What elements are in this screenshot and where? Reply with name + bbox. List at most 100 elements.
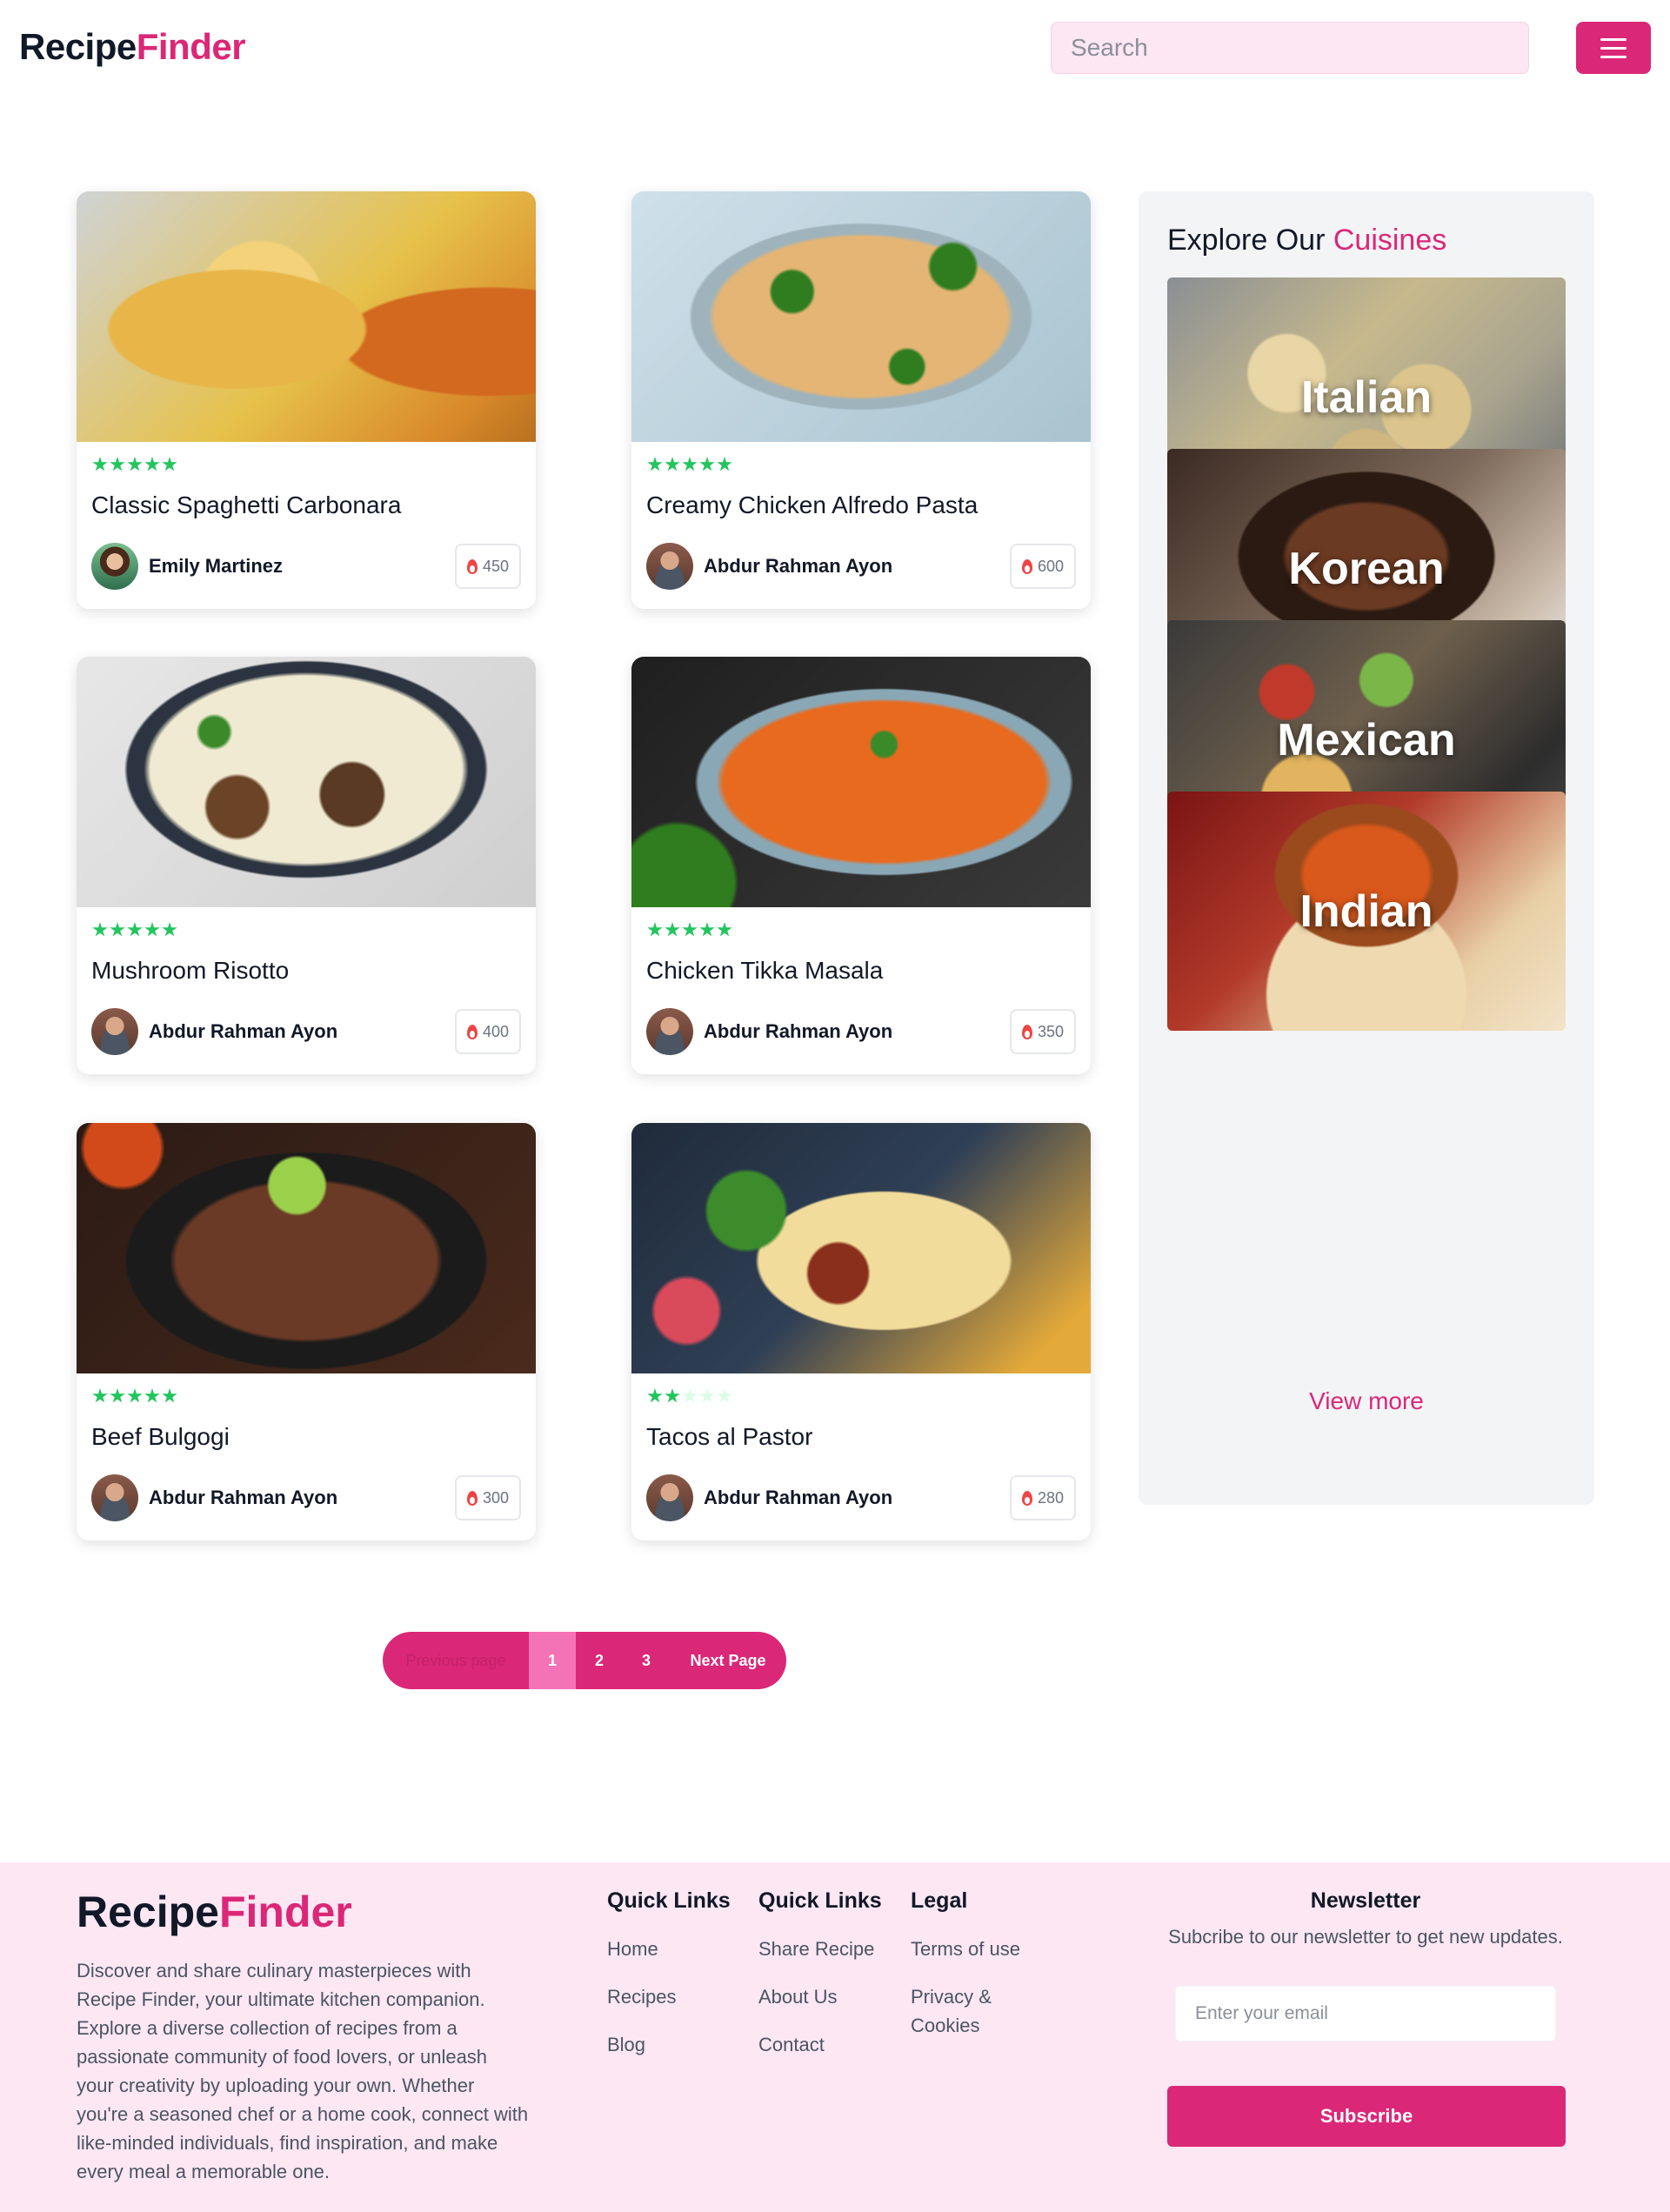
recipe-title[interactable]: Chicken Tikka Masala	[646, 957, 883, 985]
star-icon	[717, 1388, 732, 1403]
footer-link-about-us[interactable]: About Us	[758, 1982, 882, 2011]
footer-link-share-recipe[interactable]: Share Recipe	[758, 1935, 882, 1963]
star-icon	[127, 922, 143, 937]
star-icon	[92, 1388, 108, 1403]
rating-stars	[647, 922, 732, 938]
recipe-title[interactable]: Classic Spaghetti Carbonara	[91, 491, 401, 519]
footer-link-privacy[interactable]: Privacy & Cookies	[911, 1982, 1032, 2040]
star-icon	[717, 922, 732, 937]
recipe-card[interactable]: Creamy Chicken Alfredo Pasta Abdur Rahman…	[631, 191, 1091, 609]
menu-line	[1600, 46, 1627, 50]
rating-stars	[92, 922, 177, 938]
subscribe-button[interactable]: Subscribe	[1167, 2086, 1566, 2147]
newsletter-email-input[interactable]	[1175, 1986, 1556, 2042]
newsletter-section: Newsletter Subcribe to our newsletter to…	[1148, 1888, 1583, 1948]
footer-legal: Legal Terms of use Privacy & Cookies	[911, 1888, 1032, 2059]
footer-description: Discover and share culinary masterpieces…	[77, 1960, 529, 2182]
author-avatar	[91, 1008, 138, 1055]
hamburger-menu-button[interactable]	[1576, 22, 1651, 74]
author-avatar	[646, 1008, 693, 1055]
star-icon	[682, 922, 698, 937]
footer-link-recipes[interactable]: Recipes	[607, 1982, 731, 2011]
page-2-button[interactable]: 2	[576, 1632, 623, 1689]
recipe-image[interactable]	[77, 657, 536, 907]
footer-logo-finder: Finder	[218, 1888, 352, 1936]
star-icon	[717, 457, 732, 471]
recipe-title[interactable]: Mushroom Risotto	[91, 957, 289, 985]
star-icon	[665, 457, 680, 471]
star-icon	[647, 457, 663, 471]
star-icon	[92, 457, 108, 471]
star-icon	[127, 457, 143, 471]
star-icon	[110, 922, 125, 937]
rating-stars	[92, 457, 177, 472]
rating-stars	[92, 1388, 177, 1404]
star-icon	[665, 1388, 680, 1403]
recipe-image[interactable]	[631, 191, 1091, 442]
cuisine-card-indian[interactable]: Indian	[1167, 792, 1566, 1031]
footer-link-blog[interactable]: Blog	[607, 2030, 731, 2059]
footer-link-terms[interactable]: Terms of use	[911, 1935, 1032, 1963]
star-icon	[162, 457, 177, 471]
recipe-card[interactable]: Classic Spaghetti Carbonara Emily Martine…	[77, 191, 536, 609]
recipe-card[interactable]: Chicken Tikka Masala Abdur Rahman Ayon 350	[631, 657, 1091, 1074]
menu-line	[1600, 55, 1627, 58]
page-1-button[interactable]: 1	[529, 1632, 576, 1689]
calories-badge: 280	[1009, 1475, 1076, 1520]
flame-icon	[466, 558, 478, 574]
star-icon	[110, 457, 125, 471]
recipe-card[interactable]: Tacos al Pastor Abdur Rahman Ayon 280	[631, 1123, 1091, 1540]
site-logo[interactable]: RecipeFinder	[19, 26, 246, 68]
footer-column-heading: Quick Links	[758, 1888, 882, 1913]
recipe-title[interactable]: Beef Bulgogi	[91, 1423, 230, 1451]
footer-logo-recipe: Recipe	[77, 1888, 219, 1936]
star-icon	[665, 922, 680, 937]
footer-link-contact[interactable]: Contact	[758, 2030, 882, 2059]
star-icon	[162, 922, 177, 937]
star-icon	[144, 1388, 160, 1403]
star-icon	[110, 1388, 125, 1403]
star-icon	[699, 1388, 715, 1403]
next-page-button[interactable]: Next Page	[670, 1632, 786, 1689]
author-name: Abdur Rahman Ayon	[149, 1020, 338, 1042]
pagination: Previous page 1 2 3 Next Page	[383, 1632, 786, 1689]
recipe-card[interactable]: Beef Bulgogi Abdur Rahman Ayon 300	[77, 1123, 536, 1540]
page-3-button[interactable]: 3	[623, 1632, 670, 1689]
star-icon	[682, 457, 698, 471]
calories-badge: 450	[454, 544, 521, 589]
star-icon	[647, 1388, 663, 1403]
heading-highlight: Cuisines	[1333, 224, 1447, 257]
author-avatar	[91, 543, 138, 590]
recipe-title[interactable]: Tacos al Pastor	[646, 1423, 812, 1451]
footer-logo[interactable]: RecipeFinder	[77, 1887, 352, 1937]
recipe-image[interactable]	[77, 191, 536, 442]
rating-stars	[647, 1388, 732, 1404]
recipe-image[interactable]	[631, 1123, 1091, 1373]
star-icon	[162, 1388, 177, 1403]
flame-icon	[1021, 1024, 1032, 1039]
star-icon	[647, 922, 663, 937]
recipe-card[interactable]: Mushroom Risotto Abdur Rahman Ayon 400	[77, 657, 536, 1074]
search-input[interactable]	[1051, 22, 1529, 74]
recipe-image[interactable]	[77, 1123, 536, 1373]
recipe-title[interactable]: Creamy Chicken Alfredo Pasta	[646, 491, 978, 519]
star-icon	[144, 922, 160, 937]
newsletter-text: Subcribe to our newsletter to get new up…	[1168, 1926, 1563, 1948]
sidebar-heading: Explore Our Cuisines	[1167, 224, 1446, 257]
calories-badge: 350	[1009, 1009, 1076, 1054]
view-more-link[interactable]: View more	[1139, 1387, 1594, 1415]
footer-link-home[interactable]: Home	[607, 1935, 731, 1963]
calories-value: 600	[1037, 557, 1064, 575]
star-icon	[92, 922, 108, 937]
newsletter-heading: Newsletter	[1310, 1888, 1421, 1913]
footer-quick-links-2: Quick Links Share Recipe About Us Contac…	[758, 1888, 882, 2078]
author-name: Emily Martinez	[149, 555, 284, 577]
flame-icon	[1021, 558, 1032, 574]
star-icon	[699, 922, 715, 937]
calories-value: 350	[1037, 1022, 1064, 1040]
author-avatar	[646, 1474, 693, 1521]
calories-value: 300	[482, 1488, 509, 1507]
author-name: Abdur Rahman Ayon	[149, 1487, 338, 1508]
recipe-image[interactable]	[631, 657, 1091, 907]
previous-page-button[interactable]: Previous page	[383, 1632, 529, 1689]
